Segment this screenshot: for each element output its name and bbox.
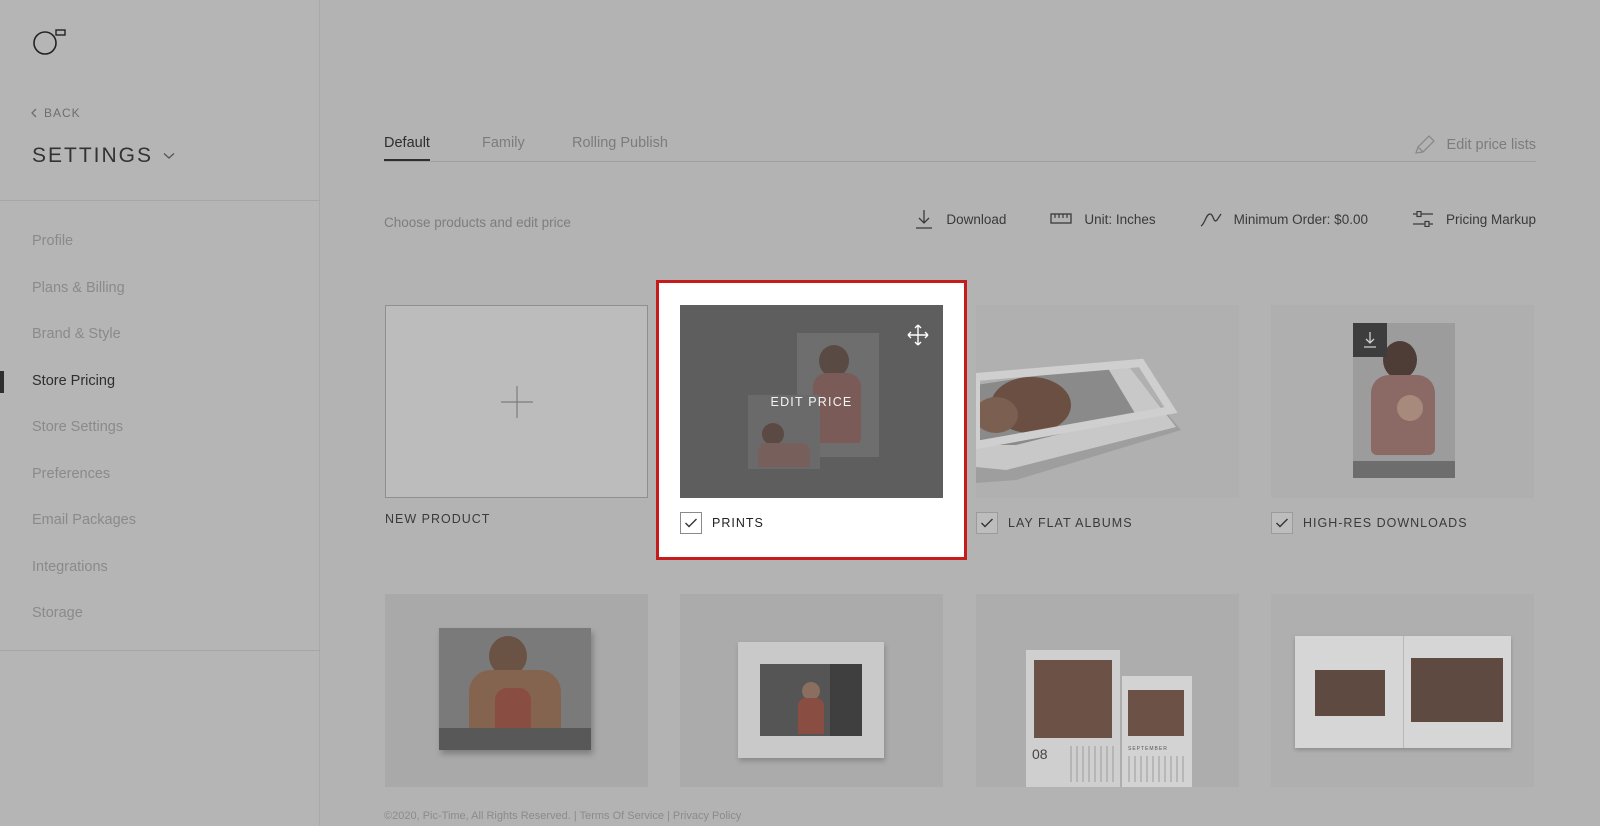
edit-price-overlay[interactable]: EDIT PRICE — [680, 395, 943, 409]
subtitle: Choose products and edit price — [384, 215, 571, 230]
calendar-number: 08 — [1032, 746, 1048, 762]
sidebar-item-store-pricing[interactable]: Store Pricing — [0, 358, 320, 405]
high-res-downloads-checkbox[interactable] — [1271, 512, 1293, 534]
pricing-markup-label: Pricing Markup — [1445, 211, 1536, 227]
edit-price-lists-button[interactable]: Edit price lists — [1413, 134, 1536, 156]
checkmark-icon — [1276, 518, 1288, 528]
album-photo — [976, 358, 1181, 483]
framed-photo — [738, 642, 884, 758]
framed-print-thumb[interactable] — [680, 594, 943, 787]
chevron-down-icon — [163, 153, 175, 159]
sidebar-item-storage[interactable]: Storage — [0, 590, 320, 637]
calendar-thumb[interactable]: 08 SEPTEMBER — [976, 594, 1239, 787]
prints-checkbox[interactable] — [680, 512, 702, 534]
edit-price-lists-label: Edit price lists — [1446, 137, 1536, 153]
calendar-page: 08 — [1026, 650, 1120, 787]
curve-icon — [1200, 213, 1222, 227]
page-title: SETTINGS — [32, 144, 154, 167]
product-label: HIGH-RES DOWNLOADS — [1303, 516, 1468, 530]
back-link[interactable]: BACK — [30, 106, 81, 120]
minimum-order-button[interactable]: Minimum Order: $0.00 — [1200, 208, 1368, 230]
settings-nav: Profile Plans & Billing Brand & Style St… — [0, 218, 320, 637]
minimum-order-label: Minimum Order: $0.00 — [1233, 211, 1368, 227]
pencil-icon — [1414, 135, 1435, 154]
download-icon — [1364, 332, 1376, 348]
sliders-icon — [1412, 211, 1433, 227]
tab-family[interactable]: Family — [482, 135, 525, 159]
divider — [0, 200, 320, 201]
high-res-downloads-thumb[interactable] — [1271, 305, 1534, 498]
canvas-photo — [439, 628, 591, 750]
sidebar-item-integrations[interactable]: Integrations — [0, 544, 320, 591]
pricing-markup-button[interactable]: Pricing Markup — [1412, 208, 1536, 230]
chevron-left-icon — [31, 108, 37, 118]
new-product-thumb[interactable] — [385, 305, 648, 498]
settings-dropdown[interactable]: SETTINGS — [32, 144, 175, 168]
calendar-page: SEPTEMBER — [1122, 676, 1192, 787]
unit-selector[interactable]: Unit: Inches — [1050, 208, 1156, 230]
product-label: PRINTS — [712, 516, 764, 530]
price-list-tabs: Default Family Rolling Publish Edit pric… — [384, 126, 1536, 162]
prints-thumb[interactable]: EDIT PRICE — [680, 305, 943, 498]
download-label: Download — [946, 211, 1007, 227]
canvas-thumb[interactable] — [385, 594, 648, 787]
sidebar-item-plans-billing[interactable]: Plans & Billing — [0, 265, 320, 312]
sidebar-item-preferences[interactable]: Preferences — [0, 451, 320, 498]
tab-default[interactable]: Default — [384, 135, 430, 161]
photo-book-thumb[interactable] — [1271, 594, 1534, 787]
download-button[interactable]: Download — [914, 208, 1006, 230]
sidebar-item-store-settings[interactable]: Store Settings — [0, 404, 320, 451]
sidebar: BACK SETTINGS Profile Plans & Billing Br… — [0, 0, 320, 826]
download-badge[interactable] — [1353, 323, 1387, 357]
footer: ©2020, Pic-Time, All Rights Reserved. | … — [384, 810, 742, 822]
tab-rolling-publish[interactable]: Rolling Publish — [572, 135, 668, 159]
sidebar-item-email-packages[interactable]: Email Packages — [0, 497, 320, 544]
calendar-month: SEPTEMBER — [1128, 746, 1168, 752]
sidebar-item-brand-style[interactable]: Brand & Style — [0, 311, 320, 358]
back-label: BACK — [44, 106, 81, 120]
divider — [0, 650, 320, 651]
toolbar: Download Unit: Inches Minimum Order: $0.… — [914, 208, 1536, 230]
unit-label: Unit: Inches — [1084, 211, 1156, 227]
move-icon[interactable] — [906, 323, 930, 347]
checkmark-icon — [981, 518, 993, 528]
book-spread — [1295, 636, 1511, 748]
logo-icon[interactable] — [32, 28, 68, 58]
ruler-icon — [1050, 213, 1073, 224]
lay-flat-albums-checkbox[interactable] — [976, 512, 998, 534]
sidebar-item-profile[interactable]: Profile — [0, 218, 320, 265]
product-label: NEW PRODUCT — [385, 512, 491, 526]
product-label: LAY FLAT ALBUMS — [1008, 516, 1133, 530]
checkmark-icon — [685, 518, 697, 528]
download-icon — [916, 210, 933, 229]
plus-icon — [501, 386, 533, 418]
lay-flat-albums-thumb[interactable] — [976, 305, 1239, 498]
highlighted-product: EDIT PRICE PRINTS — [656, 280, 967, 560]
